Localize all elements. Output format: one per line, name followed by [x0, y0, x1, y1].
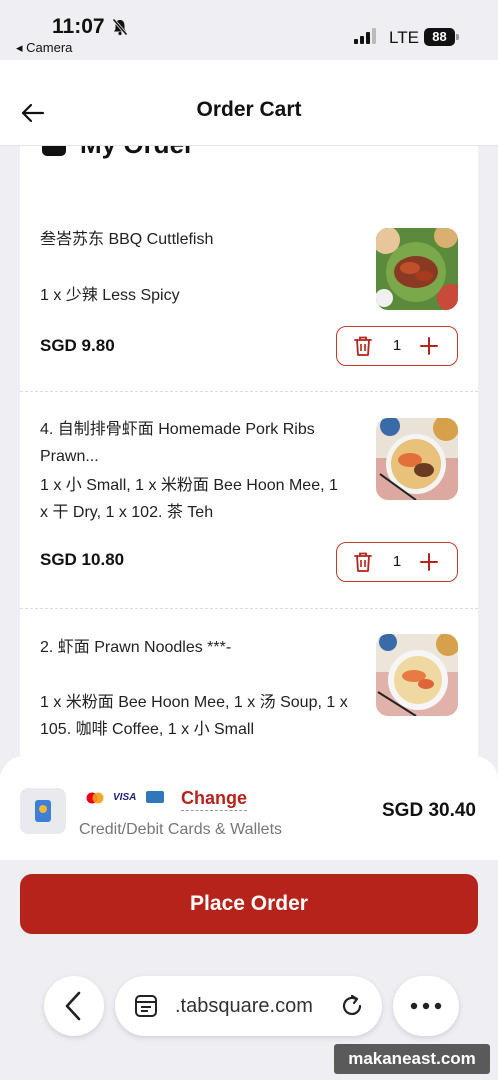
browser-back-button[interactable] [44, 976, 104, 1036]
item-options: 1 x 小 Small, 1 x 米粉面 Bee Hoon Mee, 1 x 干… [40, 477, 338, 521]
change-payment-link[interactable]: Change [181, 788, 248, 811]
signal-icon [354, 28, 376, 44]
plus-icon[interactable] [419, 552, 439, 572]
bag-icon [42, 146, 66, 156]
status-bar: 11:07 ◂ Camera LTE 88 [0, 0, 498, 60]
plus-icon[interactable] [419, 336, 439, 356]
quantity-value: 1 [392, 337, 402, 354]
item-image [376, 634, 458, 716]
address-bar[interactable]: .tabsquare.com [115, 976, 382, 1036]
payment-method-row: VISA Change Credit/Debit Cards & Wallets… [0, 756, 498, 860]
section-title: My Order [80, 146, 194, 159]
battery-icon: 88 [424, 28, 455, 46]
payment-method-label: Credit/Debit Cards & Wallets [79, 821, 283, 838]
mastercard-icon [86, 792, 104, 804]
item-image [376, 228, 458, 310]
more-dots-icon [410, 1002, 442, 1010]
bell-muted-icon [112, 18, 128, 36]
item-price: SGD 10.80 [40, 550, 125, 569]
item-options: 1 x 少辣 Less Spicy [40, 287, 180, 304]
url-text: .tabsquare.com [175, 995, 313, 1017]
status-time: 11:07 [52, 15, 105, 38]
tabs-icon[interactable] [133, 993, 159, 1019]
order-total: SGD 30.40 [382, 800, 476, 821]
amex-icon [146, 791, 164, 803]
battery-tip [456, 34, 459, 40]
quantity-stepper: 1 [336, 326, 458, 366]
more-options-button[interactable] [393, 976, 459, 1036]
visa-icon: VISA [113, 792, 137, 803]
trash-icon[interactable] [353, 551, 373, 573]
trash-icon[interactable] [353, 335, 373, 357]
app-header: Order Cart [0, 60, 498, 146]
item-name: 4. 自制排骨虾面 Homemade Pork Ribs Prawn... [40, 421, 315, 465]
item-divider [20, 608, 478, 609]
cart-item: 叁峇苏东 BBQ Cuttlefish 1 x 少辣 Less Spicy SG… [20, 226, 478, 391]
page-title: Order Cart [196, 98, 302, 121]
chevron-left-icon [65, 991, 81, 1021]
reload-icon[interactable] [339, 993, 365, 1019]
item-divider [20, 391, 478, 392]
wallet-icon [20, 788, 66, 834]
cart-item: 4. 自制排骨虾面 Homemade Pork Ribs Prawn... 1 … [20, 416, 478, 606]
section-header: My Order [42, 146, 194, 160]
order-list: My Order 叁峇苏东 BBQ Cuttlefish 1 x 少辣 Less… [20, 146, 478, 766]
item-options: 1 x 米粉面 Bee Hoon Mee, 1 x 汤 Soup, 1 x 10… [40, 694, 348, 738]
place-order-button[interactable]: Place Order [20, 874, 478, 934]
item-name: 2. 虾面 Prawn Noodles ***- [40, 639, 232, 656]
item-price: SGD 9.80 [40, 336, 115, 355]
checkout-sheet: VISA Change Credit/Debit Cards & Wallets… [0, 756, 498, 1080]
item-image [376, 418, 458, 500]
network-type: LTE [389, 28, 419, 47]
cart-item: 2. 虾面 Prawn Noodles ***- 1 x 米粉面 Bee Hoo… [20, 632, 478, 766]
item-name: 叁峇苏东 BBQ Cuttlefish [40, 231, 214, 248]
back-to-app-link[interactable]: ◂ Camera [16, 40, 72, 56]
quantity-value: 1 [392, 553, 402, 570]
watermark: makaneast.com [334, 1044, 490, 1074]
quantity-stepper: 1 [336, 542, 458, 582]
